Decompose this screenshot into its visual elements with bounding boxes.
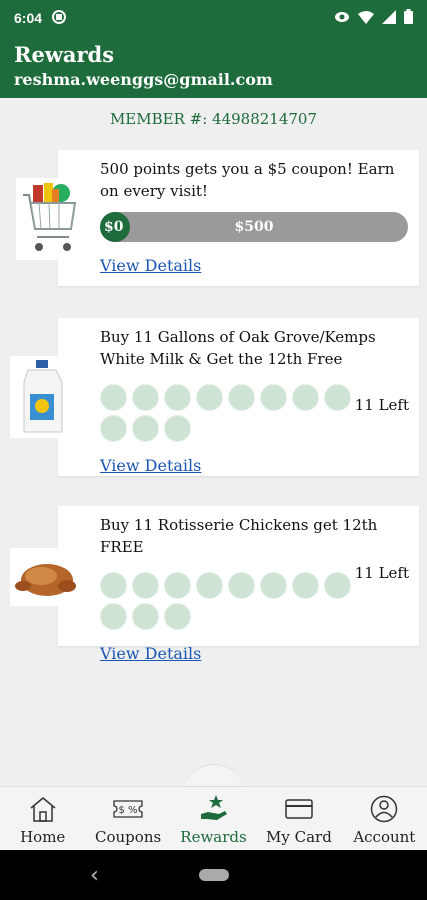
stamp-circle — [100, 415, 127, 442]
nav-label: My Card — [266, 828, 332, 846]
stamp-circle — [100, 572, 127, 599]
eye-icon — [334, 10, 350, 26]
milk-gallon-image — [10, 356, 76, 438]
stamp-circle — [132, 384, 159, 411]
view-details-link[interactable]: View Details — [100, 256, 201, 275]
remaining-count: 11 Left — [354, 396, 409, 414]
nav-label: Rewards — [180, 828, 247, 846]
nav-my-card[interactable]: My Card — [256, 787, 341, 850]
stamp-circle — [100, 384, 127, 411]
stamp-grid — [100, 384, 356, 442]
stamp-circle — [292, 572, 319, 599]
nav-label: Home — [20, 828, 66, 846]
status-time: 6:04 — [14, 10, 43, 26]
app-header: Rewards reshma.weenggs@gmail.com — [0, 36, 427, 98]
stamp-circle — [324, 384, 351, 411]
stamp-circle — [228, 572, 255, 599]
stamp-circle — [196, 572, 223, 599]
view-details-link[interactable]: View Details — [100, 456, 201, 475]
stamp-circle — [260, 572, 287, 599]
rewards-hand-star-icon — [199, 794, 229, 824]
stamp-circle — [196, 384, 223, 411]
stamp-circle — [260, 384, 287, 411]
stamp-circle — [132, 603, 159, 630]
nav-label: Coupons — [95, 828, 162, 846]
reward-card-chicken: Buy 11 Rotisserie Chickens get 12th FREE… — [58, 506, 419, 663]
progress-start-label: $0 — [104, 219, 124, 235]
battery-icon — [404, 9, 413, 27]
reward-title: Buy 11 Gallons of Oak Grove/Kemps White … — [100, 328, 376, 368]
nav-coupons[interactable]: $ % Coupons — [85, 787, 170, 850]
nav-account[interactable]: Account — [342, 787, 427, 850]
page-title: Rewards — [14, 42, 115, 67]
points-progress-bar: $0 $500 — [100, 212, 408, 242]
view-details-link[interactable]: View Details — [100, 644, 201, 663]
progress-end-label: $500 — [234, 219, 274, 235]
home-pill-button[interactable] — [199, 869, 229, 881]
stamp-circle — [100, 603, 127, 630]
stamp-circle — [228, 384, 255, 411]
stamp-circle — [164, 415, 191, 442]
reward-title: Buy 11 Rotisserie Chickens get 12th FREE — [100, 516, 378, 556]
nav-home[interactable]: Home — [0, 787, 85, 850]
stamp-grid — [100, 572, 356, 630]
coupon-icon: $ % — [112, 794, 144, 824]
stamp-circle — [164, 384, 191, 411]
status-bar: 6:04 — [0, 0, 427, 36]
system-navigation-bar: ‹ — [0, 850, 427, 900]
svg-text:$ %: $ % — [119, 805, 138, 816]
wifi-icon — [358, 10, 374, 27]
back-chevron-icon[interactable]: ‹ — [90, 863, 99, 888]
card-icon — [285, 794, 313, 824]
shopping-cart-image — [16, 178, 82, 260]
nav-rewards[interactable]: Rewards — [171, 787, 256, 850]
account-icon — [370, 794, 398, 824]
signal-icon — [382, 9, 396, 27]
reward-title: 500 points gets you a $5 coupon! Earn on… — [100, 160, 395, 200]
stamp-circle — [324, 572, 351, 599]
home-icon — [28, 794, 58, 824]
stamp-circle — [132, 572, 159, 599]
nav-label: Account — [353, 828, 416, 846]
stamp-circle — [132, 415, 159, 442]
stamp-circle — [292, 384, 319, 411]
reward-card-points: 500 points gets you a $5 coupon! Earn on… — [58, 150, 419, 286]
member-number: MEMBER #: 44988214707 — [109, 110, 318, 128]
reward-card-milk: Buy 11 Gallons of Oak Grove/Kemps White … — [58, 318, 419, 476]
bottom-navigation: Home $ % Coupons Rewards My Card Account — [0, 786, 427, 850]
remaining-count: 11 Left — [354, 564, 409, 582]
stamp-circle — [164, 572, 191, 599]
stamp-circle — [164, 603, 191, 630]
media-icon — [52, 9, 67, 27]
rotisserie-chicken-image — [10, 548, 82, 606]
user-email: reshma.weenggs@gmail.com — [14, 70, 273, 89]
